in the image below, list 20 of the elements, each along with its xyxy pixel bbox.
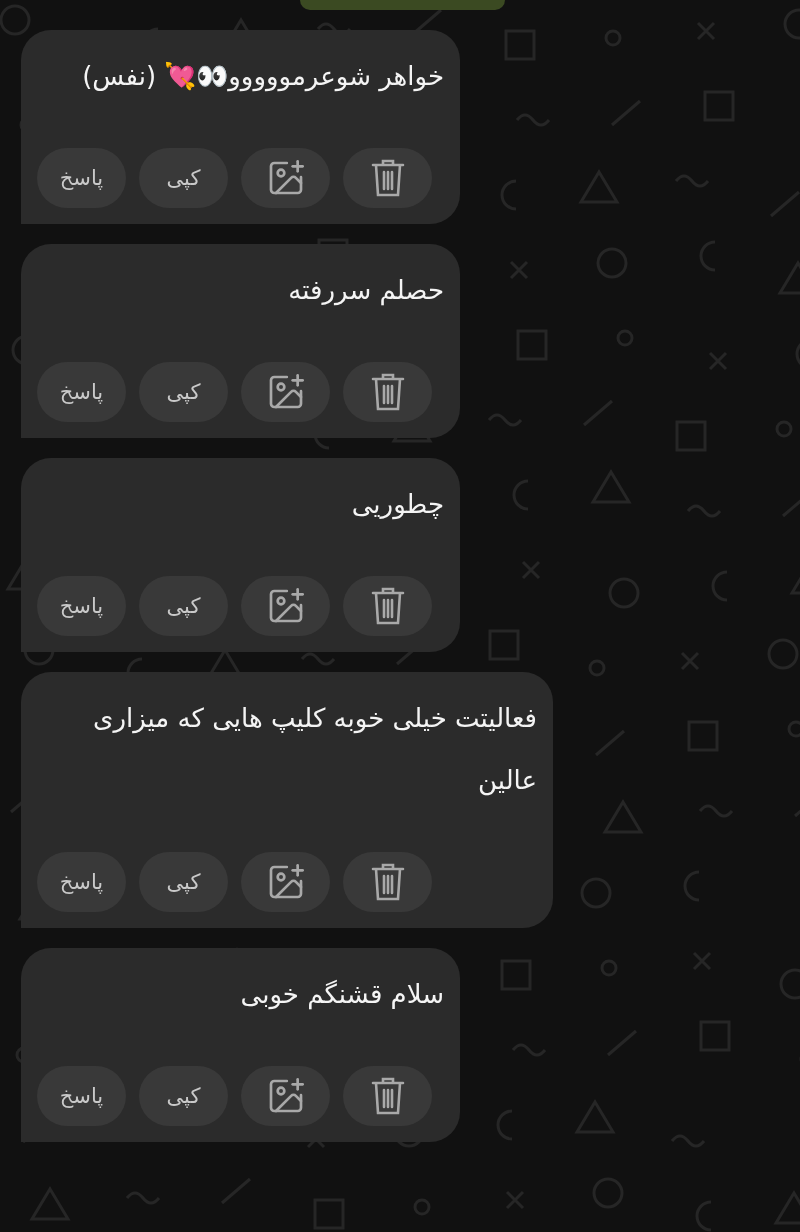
- copy-button[interactable]: کپی: [139, 852, 228, 912]
- reply-button[interactable]: پاسخ: [37, 576, 126, 636]
- message-text: سلام قشنگم خوبی: [240, 978, 444, 1012]
- copy-button[interactable]: کپی: [139, 362, 228, 422]
- message-text: فعالیتت خیلی خوبه کلیپ هایی که میزاری عالین: [92, 702, 537, 798]
- reply-button[interactable]: پاسخ: [37, 852, 126, 912]
- trash-icon: [369, 585, 406, 627]
- message-text: خواهر شوعرمووووو👀💘 (نفس): [82, 60, 444, 94]
- trash-icon: [369, 861, 406, 903]
- trash-icon: [369, 157, 406, 199]
- trash-icon: [369, 371, 406, 413]
- copy-button[interactable]: کپی: [139, 576, 228, 636]
- reply-button[interactable]: پاسخ: [37, 148, 126, 208]
- reply-button[interactable]: پاسخ: [37, 1066, 126, 1126]
- reply-button[interactable]: پاسخ: [37, 362, 126, 422]
- copy-button[interactable]: کپی: [139, 148, 228, 208]
- message-text: چطوریی: [351, 488, 444, 522]
- message-text: حصلم سررفته: [288, 274, 444, 308]
- copy-button[interactable]: کپی: [139, 1066, 228, 1126]
- trash-icon: [369, 1075, 406, 1117]
